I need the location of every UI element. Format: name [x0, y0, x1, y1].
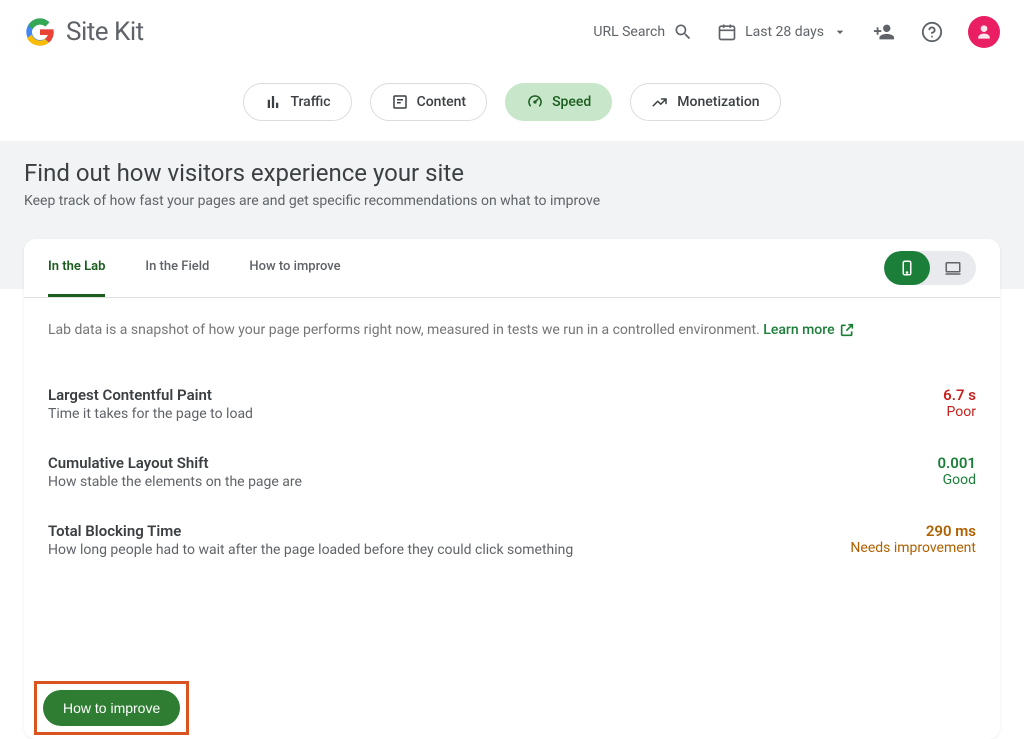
help-button[interactable]: [920, 20, 944, 44]
desktop-icon: [944, 259, 962, 277]
nav-tab-label: Traffic: [290, 94, 330, 110]
metric-title: Total Blocking Time: [48, 522, 573, 540]
metric-info: Total Blocking Time How long people had …: [48, 522, 573, 558]
url-search-label: URL Search: [593, 24, 665, 40]
nav-tab-content[interactable]: Content: [370, 83, 488, 121]
user-avatar[interactable]: [968, 16, 1000, 48]
how-to-improve-button[interactable]: How to improve: [43, 690, 180, 726]
metric-title: Cumulative Layout Shift: [48, 454, 302, 472]
page-subtitle: Keep track of how fast your pages are an…: [24, 193, 1000, 209]
device-mobile-button[interactable]: [884, 251, 930, 285]
mobile-icon: [898, 259, 916, 277]
trending-icon: [651, 93, 669, 111]
metric-rating: Poor: [943, 404, 976, 420]
speed-icon: [526, 93, 544, 111]
nav-tab-label: Monetization: [677, 94, 759, 110]
metric-row-tbt: Total Blocking Time How long people had …: [48, 506, 976, 574]
card-tabs: In the Lab In the Field How to improve: [48, 239, 341, 297]
logo-area: Site Kit: [24, 16, 144, 48]
nav-tab-speed[interactable]: Speed: [505, 83, 612, 121]
speed-card: In the Lab In the Field How to improve L…: [24, 239, 1000, 739]
product-name: Site Kit: [66, 17, 144, 47]
tab-in-the-field[interactable]: In the Field: [145, 239, 209, 297]
metric-rating: Good: [937, 472, 976, 488]
metric-info: Cumulative Layout Shift How stable the e…: [48, 454, 302, 490]
date-range-label: Last 28 days: [745, 24, 824, 40]
metric-info: Largest Contentful Paint Time it takes f…: [48, 386, 253, 422]
date-range-selector[interactable]: Last 28 days: [717, 22, 848, 42]
search-icon: [673, 22, 693, 42]
metric-value: 6.7 s: [943, 386, 976, 404]
metric-value: 290 ms: [850, 522, 976, 540]
content-icon: [391, 93, 409, 111]
chevron-down-icon: [832, 24, 848, 40]
lab-intro: Lab data is a snapshot of how your page …: [24, 298, 1000, 362]
tab-in-the-lab[interactable]: In the Lab: [48, 239, 105, 297]
header-actions: URL Search Last 28 days: [593, 16, 1000, 48]
highlight-annotation: How to improve: [34, 681, 189, 735]
tab-how-to-improve[interactable]: How to improve: [249, 239, 340, 297]
metric-row-lcp: Largest Contentful Paint Time it takes f…: [48, 370, 976, 438]
metric-result: 6.7 s Poor: [943, 386, 976, 420]
external-link-icon: [839, 322, 855, 338]
metric-rating: Needs improvement: [850, 540, 976, 556]
metric-title: Largest Contentful Paint: [48, 386, 253, 404]
metric-desc: Time it takes for the page to load: [48, 406, 253, 422]
bar-chart-icon: [264, 93, 282, 111]
app-header: Site Kit URL Search Last 28 days: [0, 0, 1024, 65]
person-add-icon: [873, 21, 895, 43]
metric-result: 0.001 Good: [937, 454, 976, 488]
lab-intro-text: Lab data is a snapshot of how your page …: [48, 322, 760, 338]
help-icon: [921, 21, 943, 43]
metric-desc: How stable the elements on the page are: [48, 474, 302, 490]
metric-desc: How long people had to wait after the pa…: [48, 542, 573, 558]
google-logo-icon: [24, 16, 56, 48]
card-tab-row: In the Lab In the Field How to improve: [24, 239, 1000, 298]
nav-tab-traffic[interactable]: Traffic: [243, 83, 351, 121]
learn-more-link[interactable]: Learn more: [763, 322, 854, 338]
device-desktop-button[interactable]: [930, 251, 976, 285]
device-toggle: [884, 251, 976, 285]
nav-tabs: Traffic Content Speed Monetization: [0, 65, 1024, 141]
add-user-button[interactable]: [872, 20, 896, 44]
url-search[interactable]: URL Search: [593, 22, 693, 42]
nav-tab-label: Content: [417, 94, 467, 110]
learn-more-label: Learn more: [763, 322, 834, 338]
metric-row-cls: Cumulative Layout Shift How stable the e…: [48, 438, 976, 506]
calendar-icon: [717, 22, 737, 42]
metrics-list: Largest Contentful Paint Time it takes f…: [24, 362, 1000, 582]
nav-tab-label: Speed: [552, 94, 591, 110]
metric-value: 0.001: [937, 454, 976, 472]
person-icon: [974, 22, 994, 42]
nav-tab-monetization[interactable]: Monetization: [630, 83, 780, 121]
page-title: Find out how visitors experience your si…: [24, 159, 1000, 187]
metric-result: 290 ms Needs improvement: [850, 522, 976, 556]
